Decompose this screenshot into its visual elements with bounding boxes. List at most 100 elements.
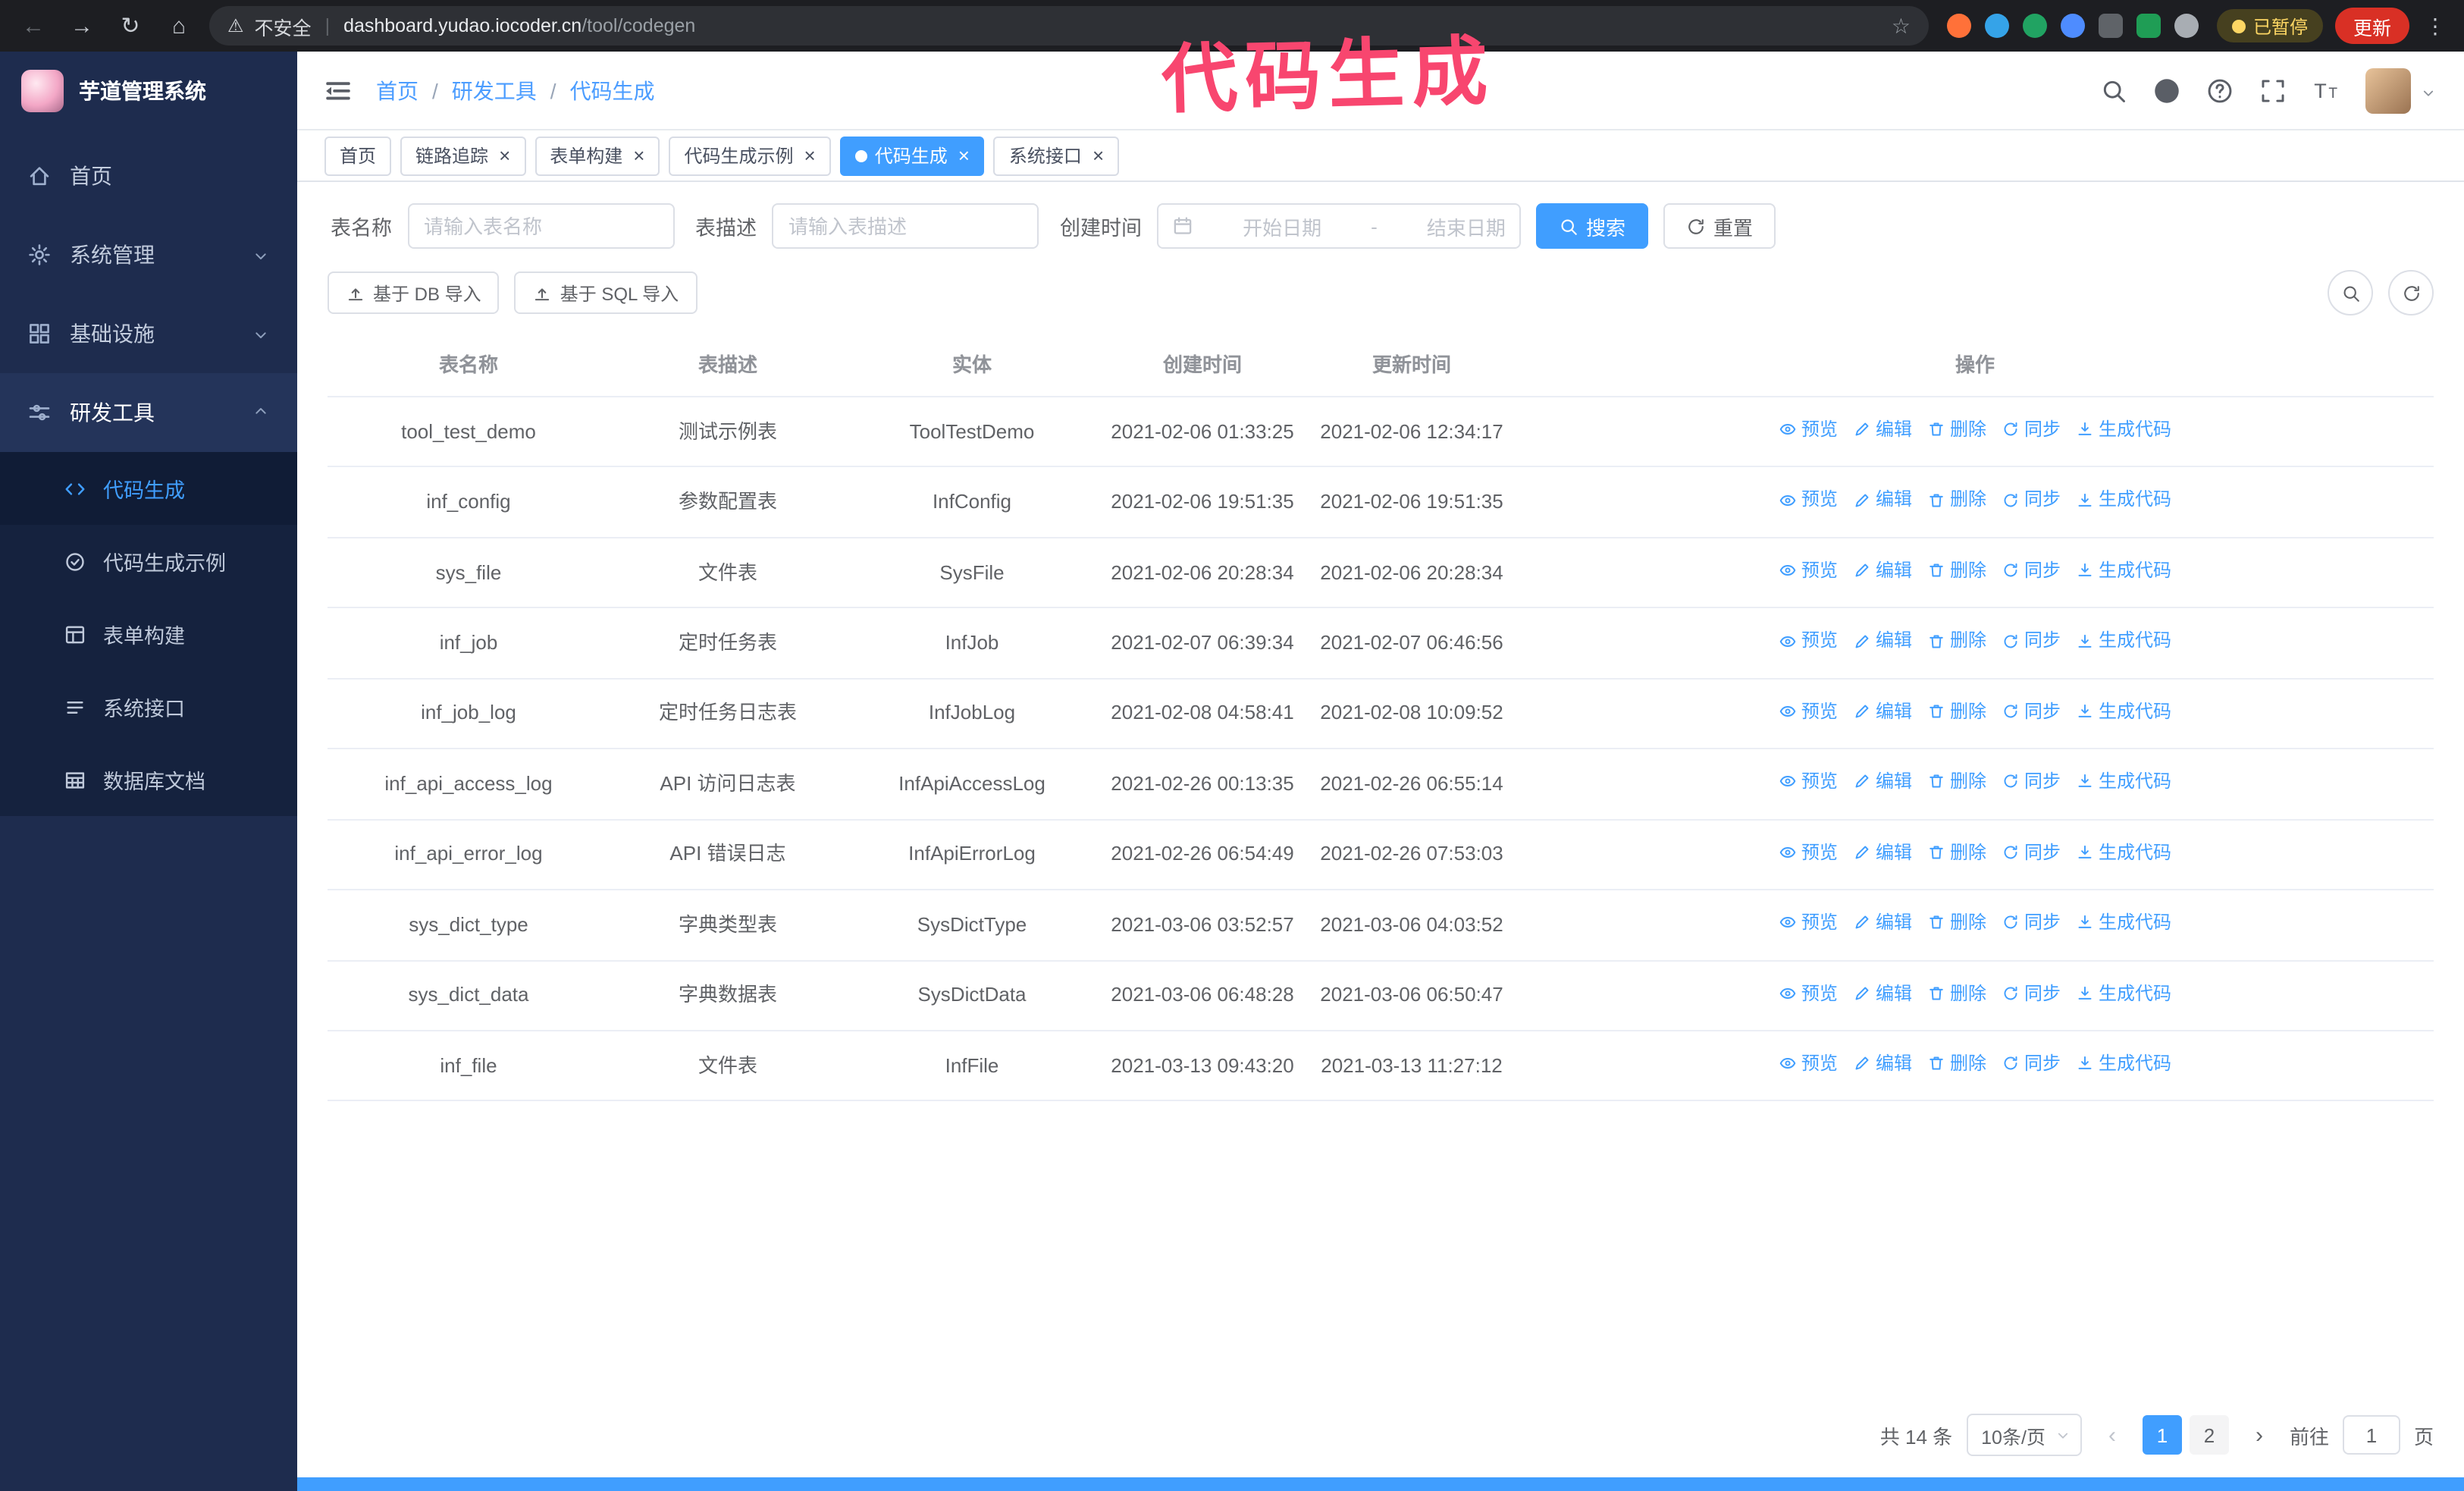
app-logo[interactable]: 芋道管理系统 [0,52,297,130]
action-同步[interactable]: 同步 [2002,767,2061,796]
reset-button[interactable]: 重置 [1663,203,1776,249]
sidebar-subitem-代码生成示例[interactable]: 代码生成示例 [0,525,297,598]
action-同步[interactable]: 同步 [2002,838,2061,866]
close-icon[interactable]: × [958,146,970,165]
action-删除[interactable]: 删除 [1927,767,1986,796]
action-同步[interactable]: 同步 [2002,627,2061,655]
sidebar-subitem-数据库文档[interactable]: 数据库文档 [0,743,297,816]
reload-icon[interactable]: ↻ [112,8,149,44]
extension-check-icon[interactable] [2022,14,2047,38]
refresh-table-button[interactable] [2388,270,2434,315]
action-编辑[interactable]: 编辑 [1853,416,1912,444]
tab-系统接口[interactable]: 系统接口 × [993,136,1120,175]
extension-people-icon[interactable] [2060,14,2085,38]
close-icon[interactable]: × [1092,146,1104,165]
extension-leaf-icon[interactable] [2136,14,2161,38]
action-预览[interactable]: 预览 [1779,1050,1838,1078]
action-生成代码[interactable]: 生成代码 [2076,909,2171,937]
forward-icon[interactable]: → [64,8,100,44]
table-name-input[interactable] [407,203,674,249]
close-icon[interactable]: × [499,146,510,165]
page-button-2[interactable]: 2 [2189,1415,2229,1455]
action-预览[interactable]: 预览 [1779,486,1838,514]
action-删除[interactable]: 删除 [1927,627,1986,655]
sidebar-subitem-系统接口[interactable]: 系统接口 [0,670,297,743]
action-删除[interactable]: 删除 [1927,1050,1986,1078]
action-预览[interactable]: 预览 [1779,979,1838,1007]
tab-首页[interactable]: 首页 [324,136,392,175]
extension-card-icon[interactable] [2098,14,2123,38]
security-label[interactable]: 不安全 [255,11,312,40]
table-desc-input[interactable] [772,203,1039,249]
action-生成代码[interactable]: 生成代码 [2076,979,2171,1007]
action-删除[interactable]: 删除 [1927,979,1986,1007]
action-生成代码[interactable]: 生成代码 [2076,767,2171,796]
back-icon[interactable]: ← [15,8,52,44]
action-生成代码[interactable]: 生成代码 [2076,698,2171,726]
user-menu[interactable] [2365,67,2437,113]
url-text[interactable]: dashboard.yudao.iocoder.cn/tool/codegen [343,15,695,36]
action-编辑[interactable]: 编辑 [1853,909,1912,937]
goto-page-input[interactable] [2342,1415,2400,1455]
sidebar-subitem-代码生成[interactable]: 代码生成 [0,452,297,525]
tab-表单构建[interactable]: 表单构建 × [534,136,660,175]
action-预览[interactable]: 预览 [1779,416,1838,444]
help-icon[interactable] [2206,77,2234,104]
action-生成代码[interactable]: 生成代码 [2076,838,2171,866]
action-预览[interactable]: 预览 [1779,557,1838,585]
sidebar-subitem-表单构建[interactable]: 表单构建 [0,598,297,670]
action-编辑[interactable]: 编辑 [1853,1050,1912,1078]
date-range-picker[interactable]: 开始日期 - 结束日期 [1157,203,1521,249]
hamburger-icon[interactable] [324,77,352,104]
address-bar[interactable]: ⚠ 不安全 | dashboard.yudao.iocoder.cn/tool/… [209,6,1929,46]
home-browser-icon[interactable]: ⌂ [161,8,197,44]
action-生成代码[interactable]: 生成代码 [2076,486,2171,514]
page-button-1[interactable]: 1 [2142,1415,2182,1455]
action-生成代码[interactable]: 生成代码 [2076,557,2171,585]
action-删除[interactable]: 删除 [1927,486,1986,514]
action-编辑[interactable]: 编辑 [1853,767,1912,796]
header-search-icon[interactable] [2100,77,2127,104]
action-生成代码[interactable]: 生成代码 [2076,627,2171,655]
next-page-button[interactable]: › [2243,1415,2276,1455]
action-同步[interactable]: 同步 [2002,557,2061,585]
sidebar-item-首页[interactable]: 首页 [0,137,297,215]
paused-badge[interactable]: 已暂停 [2216,9,2323,42]
update-button[interactable]: 更新 [2334,8,2409,44]
page-size-select[interactable]: 10条/页 [1966,1414,2082,1456]
sidebar-item-研发工具[interactable]: 研发工具 [0,373,297,452]
action-同步[interactable]: 同步 [2002,416,2061,444]
extensions-puzzle-icon[interactable] [2174,14,2199,38]
close-icon[interactable]: × [804,146,816,165]
action-编辑[interactable]: 编辑 [1853,627,1912,655]
action-编辑[interactable]: 编辑 [1853,486,1912,514]
fullscreen-icon[interactable] [2259,77,2287,104]
action-预览[interactable]: 预览 [1779,909,1838,937]
action-删除[interactable]: 删除 [1927,416,1986,444]
tab-代码生成[interactable]: 代码生成 × [839,136,985,175]
breadcrumb-item[interactable]: 研发工具 [452,75,537,105]
sidebar-item-系统管理[interactable]: 系统管理 [0,215,297,294]
action-预览[interactable]: 预览 [1779,838,1838,866]
action-预览[interactable]: 预览 [1779,698,1838,726]
action-同步[interactable]: 同步 [2002,909,2061,937]
import-sql-button[interactable]: 基于 SQL 导入 [514,272,698,314]
prev-page-button[interactable]: ‹ [2096,1415,2129,1455]
search-button[interactable]: 搜索 [1536,203,1649,249]
action-删除[interactable]: 删除 [1927,698,1986,726]
github-icon[interactable] [2153,77,2180,104]
action-删除[interactable]: 删除 [1927,557,1986,585]
action-预览[interactable]: 预览 [1779,627,1838,655]
font-size-icon[interactable]: TT [2312,77,2340,104]
extension-fox-icon[interactable] [1946,14,1971,38]
tab-链路追踪[interactable]: 链路追踪 × [400,136,526,175]
action-同步[interactable]: 同步 [2002,698,2061,726]
action-编辑[interactable]: 编辑 [1853,979,1912,1007]
tab-代码生成示例[interactable]: 代码生成示例 × [669,136,831,175]
sidebar-item-基础设施[interactable]: 基础设施 [0,294,297,373]
action-同步[interactable]: 同步 [2002,486,2061,514]
action-同步[interactable]: 同步 [2002,979,2061,1007]
action-同步[interactable]: 同步 [2002,1050,2061,1078]
action-编辑[interactable]: 编辑 [1853,838,1912,866]
browser-menu-icon[interactable]: ⋮ [2422,13,2449,39]
